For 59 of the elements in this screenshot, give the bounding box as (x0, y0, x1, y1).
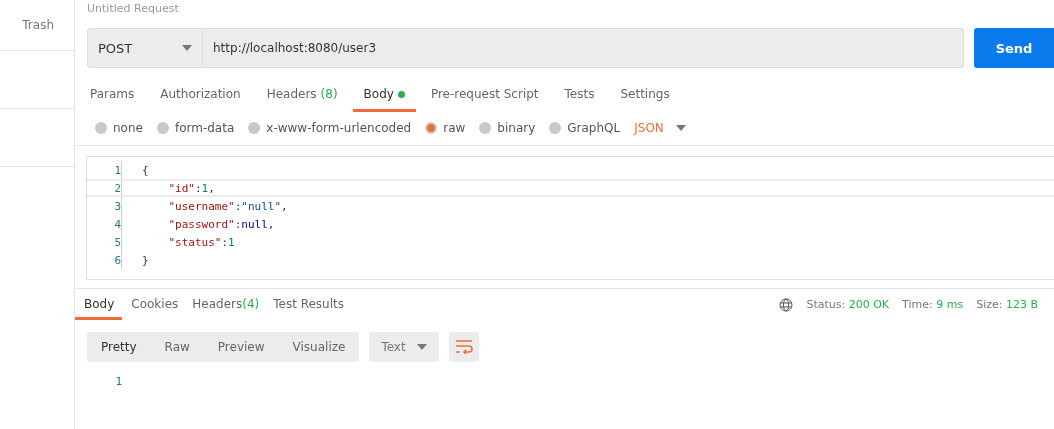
stat-label: Status: (806, 298, 846, 311)
code-line: "status":1 (121, 233, 235, 251)
view-mode-button[interactable]: Preview (203, 332, 279, 362)
stat-value: 200 OK (848, 298, 890, 311)
line-number: 1 (113, 163, 121, 177)
code-line: "id":1, (121, 181, 215, 195)
radio-button[interactable] (549, 122, 562, 134)
response-tab[interactable]: Body (75, 289, 123, 320)
sidebar-item[interactable]: Trash (22, 18, 54, 32)
radio-button[interactable] (156, 122, 169, 134)
request-tab[interactable]: Tests (553, 82, 606, 112)
code-line: "password":null, (121, 215, 275, 233)
response-tab[interactable]: Test Results (268, 289, 349, 320)
radio-label: GraphQL (567, 121, 621, 135)
request-tab[interactable]: Body (352, 82, 416, 112)
response-tab[interactable]: Cookies (126, 289, 184, 320)
wrap-lines-icon (455, 340, 474, 354)
stat-label: Time: (902, 298, 933, 311)
line-number: 1 (114, 375, 122, 388)
radio-label: none (113, 121, 143, 135)
view-mode-button[interactable]: Raw (150, 332, 204, 362)
radio-button[interactable] (479, 122, 492, 134)
caret-icon (417, 344, 428, 350)
request-title: Untitled Request (86, 1, 180, 15)
radio-label: binary (497, 121, 536, 135)
radio-button[interactable] (425, 122, 438, 134)
request-tab[interactable]: Settings (609, 82, 681, 112)
code-editor[interactable]: 1 { 2 "id":1, 3 "username":"null", 4 "password":null, 5 "status":1 6 } (86, 156, 1054, 280)
method-dropdown[interactable]: POST (87, 28, 203, 68)
format-dropdown[interactable]: Text (369, 332, 440, 362)
radio-button[interactable] (95, 122, 107, 134)
request-tab[interactable]: Pre-request Script (419, 82, 550, 112)
globe-icon (779, 297, 794, 312)
request-tab[interactable]: Params (79, 82, 146, 112)
radio-label: raw (443, 121, 466, 135)
send-button[interactable]: Send (974, 28, 1054, 68)
radio-button[interactable] (248, 122, 261, 134)
caret-icon (182, 45, 192, 51)
line-number: 5 (113, 235, 121, 249)
caret-icon (675, 125, 686, 131)
request-tab[interactable]: Headers (8) (255, 82, 349, 112)
line-number: 2 (113, 181, 121, 195)
stat-label: Size: (976, 298, 1003, 311)
view-mode-button[interactable]: Visualize (278, 332, 360, 362)
wrap-button[interactable] (449, 332, 480, 362)
stat-value: 123 B (1005, 298, 1038, 311)
line-number: 3 (113, 199, 121, 213)
line-number: 6 (113, 253, 121, 267)
format-dropdown[interactable]: JSON (634, 121, 686, 135)
stat-value: 9 ms (936, 298, 964, 311)
view-mode-button[interactable]: Pretty (87, 332, 151, 362)
code-line: "username":"null", (121, 197, 288, 215)
radio-label: form-data (174, 121, 235, 135)
request-tab[interactable]: Authorization (149, 82, 252, 112)
code-line: } (121, 251, 149, 269)
radio-label: x-www-form-urlencoded (266, 121, 412, 135)
response-tab[interactable]: Headers(4) (187, 289, 265, 320)
line-number: 4 (113, 217, 121, 231)
url-field[interactable]: http://localhost:8080/user3 (203, 28, 964, 68)
